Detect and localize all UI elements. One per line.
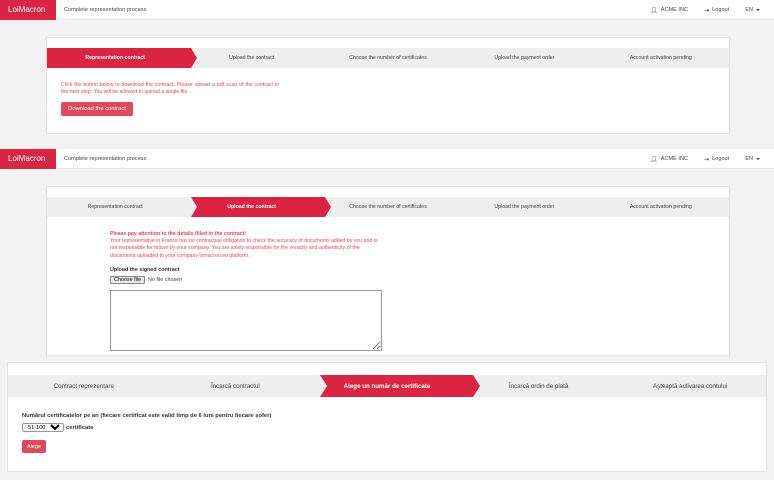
brand-logo-2[interactable]: LoiMacron: [0, 149, 56, 169]
chevron-down-icon: [756, 158, 760, 160]
warning-block: Please pay attention to the details fill…: [110, 231, 386, 260]
progress-steps-2: Representation contract Upload the contr…: [47, 197, 729, 217]
choose-file-button[interactable]: Choose file: [110, 276, 145, 284]
step-5: Account activation pending: [629, 204, 692, 210]
chevron-down-icon: [756, 9, 760, 11]
brand-logo[interactable]: LoiMacron: [0, 0, 56, 20]
warning-title: Please pay attention to the details fill…: [110, 231, 247, 237]
step-2: Upload the contract: [227, 204, 276, 210]
step-5: Așteaptă activarea contului: [653, 382, 728, 390]
company-menu[interactable]: 👤︎ ACME INC: [650, 7, 688, 14]
step-panel-1: Representation contract Upload the contr…: [46, 37, 730, 134]
company-name: ACME INC: [660, 7, 689, 13]
certificates-question: Numărul certificatelor pe an (fiecare ce…: [22, 413, 272, 419]
comment-textarea[interactable]: [110, 290, 382, 351]
download-contract-button[interactable]: Download the contract: [61, 102, 133, 116]
upload-label: Upload the signed contract: [110, 267, 180, 273]
step-1: Contract reprezentare: [53, 382, 114, 390]
language-menu-2[interactable]: EN: [745, 156, 760, 162]
user-icon: 👤︎: [650, 7, 658, 14]
top-navbar: LoiMacron Complete representation proces…: [0, 0, 774, 20]
company-name-2: ACME INC: [660, 156, 689, 162]
certificates-suffix: certificate: [66, 424, 94, 431]
no-file-text: No file chosen: [147, 277, 183, 283]
nav-title: Complete representation process: [64, 7, 147, 13]
step-5: Account activation pending: [629, 55, 692, 61]
logout-icon: ⇥: [704, 7, 710, 14]
nav-right-2: 👤︎ ACME INC ⇥ Logout EN: [634, 149, 760, 169]
step-panel-2: Representation contract Upload the contr…: [46, 186, 730, 356]
company-menu-2[interactable]: 👤︎ ACME INC: [650, 156, 688, 163]
certificates-selector: 51-100 certificate: [22, 423, 93, 432]
step-3: Choose the number of certificates: [349, 55, 427, 61]
certificates-select[interactable]: 51-100: [22, 423, 64, 432]
language-label: EN: [745, 7, 753, 13]
warning-body: Your representative in France has no con…: [110, 238, 378, 259]
user-icon: 👤︎: [650, 156, 658, 163]
nav-title-2: Complete representation process: [64, 156, 147, 162]
step-1: Representation contract: [87, 204, 143, 210]
logout-link[interactable]: ⇥ Logout: [704, 7, 729, 14]
step-4: Încarcă ordin de plată: [508, 382, 569, 390]
top-navbar-2: LoiMacron Complete representation proces…: [0, 149, 774, 169]
logout-icon: ⇥: [704, 156, 710, 163]
progress-steps-3: Contract reprezentare Încarcă contractul…: [8, 375, 766, 397]
file-input: Choose file No file chosen: [110, 276, 182, 284]
step-3: Alege un număr de certificate: [343, 382, 431, 390]
step-3: Choose the number of certificates: [349, 204, 427, 210]
logout-link-2[interactable]: ⇥ Logout: [704, 156, 729, 163]
step-2: Încarcă contractul: [210, 382, 260, 390]
nav-right: 👤︎ ACME INC ⇥ Logout EN: [634, 0, 760, 20]
logout-label-2: Logout: [712, 156, 730, 162]
step-panel-3: Contract reprezentare Încarcă contractul…: [7, 362, 767, 472]
language-menu[interactable]: EN: [745, 7, 760, 13]
step-4: Upload the payment order: [494, 55, 555, 61]
step-1: Representation contract: [85, 55, 146, 61]
step-4: Upload the payment order: [494, 204, 555, 210]
step-2: Upload the contract: [229, 55, 275, 61]
instructions-text: Click the button below to download the c…: [61, 82, 279, 95]
language-label-2: EN: [745, 156, 753, 162]
progress-steps: Representation contract Upload the contr…: [47, 48, 729, 68]
choose-button[interactable]: Alege: [22, 440, 46, 453]
logout-label: Logout: [712, 7, 730, 13]
